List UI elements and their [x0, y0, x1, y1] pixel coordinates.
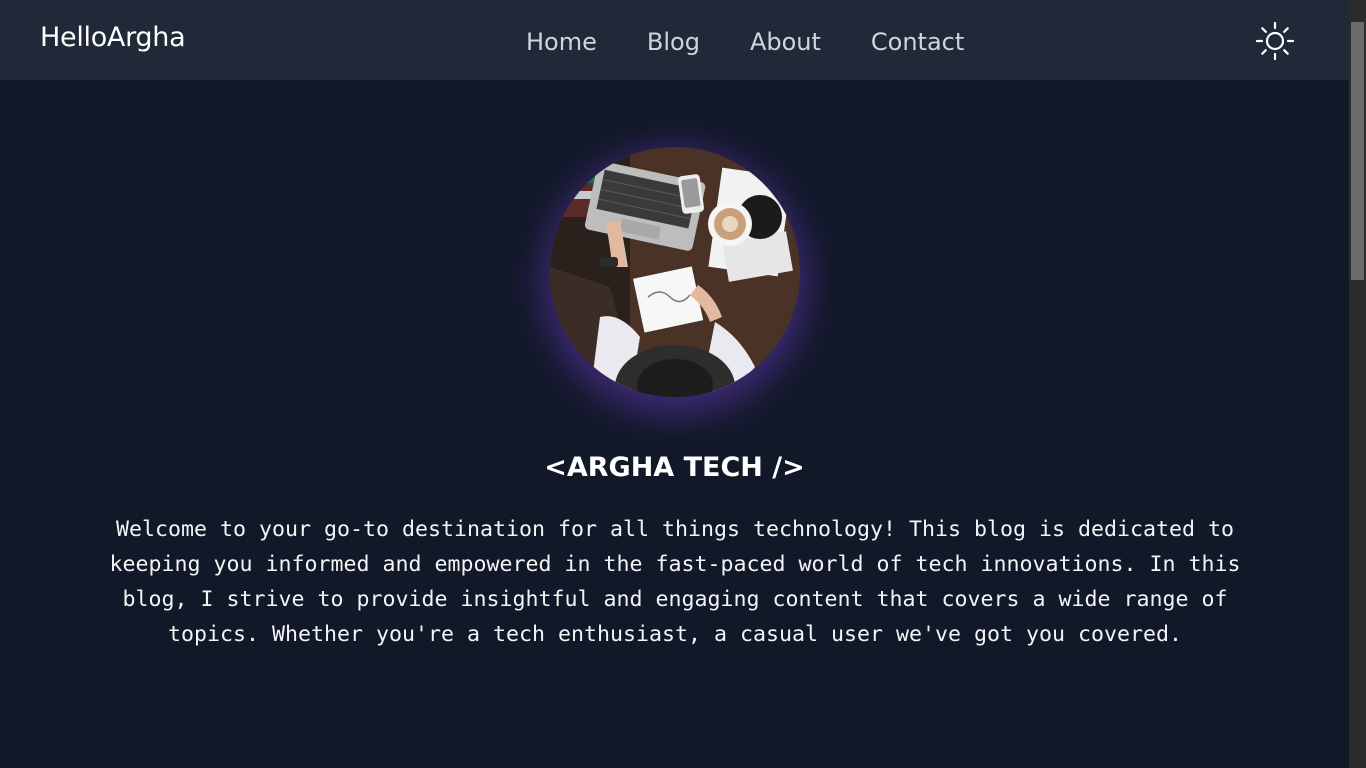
theme-toggle-button[interactable]	[1255, 21, 1295, 61]
sun-icon	[1255, 21, 1295, 61]
nav-link-contact[interactable]: Contact	[871, 26, 964, 58]
scrollbar-thumb[interactable]	[1351, 22, 1364, 280]
nav-link-home[interactable]: Home	[526, 26, 597, 58]
scrollbar[interactable]	[1349, 0, 1366, 768]
avatar	[550, 147, 800, 397]
navbar: HelloArgha Home Blog About Contact	[0, 0, 1349, 80]
nav-link-about[interactable]: About	[750, 26, 821, 58]
nav-links: Home Blog About Contact	[526, 26, 964, 58]
hero-title: <ARGHA TECH />	[544, 452, 805, 483]
brand-logo[interactable]: HelloArgha	[40, 22, 186, 53]
nav-link-blog[interactable]: Blog	[647, 26, 700, 58]
page: HelloArgha Home Blog About Contact <ARGH…	[0, 0, 1349, 768]
hero-description: Welcome to your go-to destination for al…	[109, 517, 1241, 647]
workspace-photo	[550, 147, 800, 397]
